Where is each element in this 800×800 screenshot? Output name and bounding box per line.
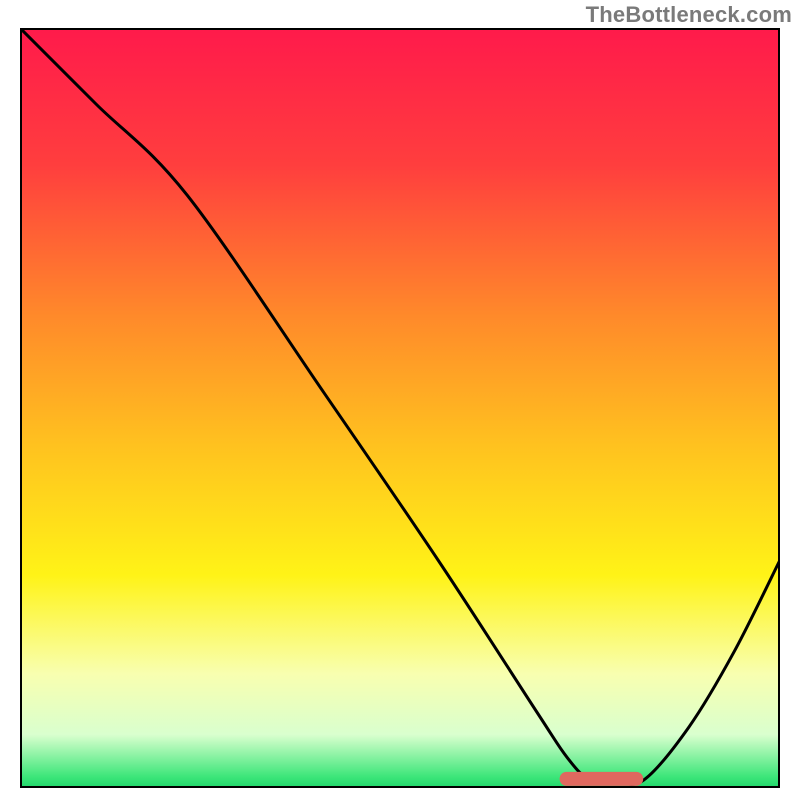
optimal-range-marker bbox=[560, 772, 644, 786]
chart-svg bbox=[20, 28, 780, 788]
chart-container: TheBottleneck.com bbox=[0, 0, 800, 800]
gradient-background bbox=[20, 28, 780, 788]
plot-area bbox=[20, 28, 780, 788]
watermark-label: TheBottleneck.com bbox=[586, 2, 792, 28]
